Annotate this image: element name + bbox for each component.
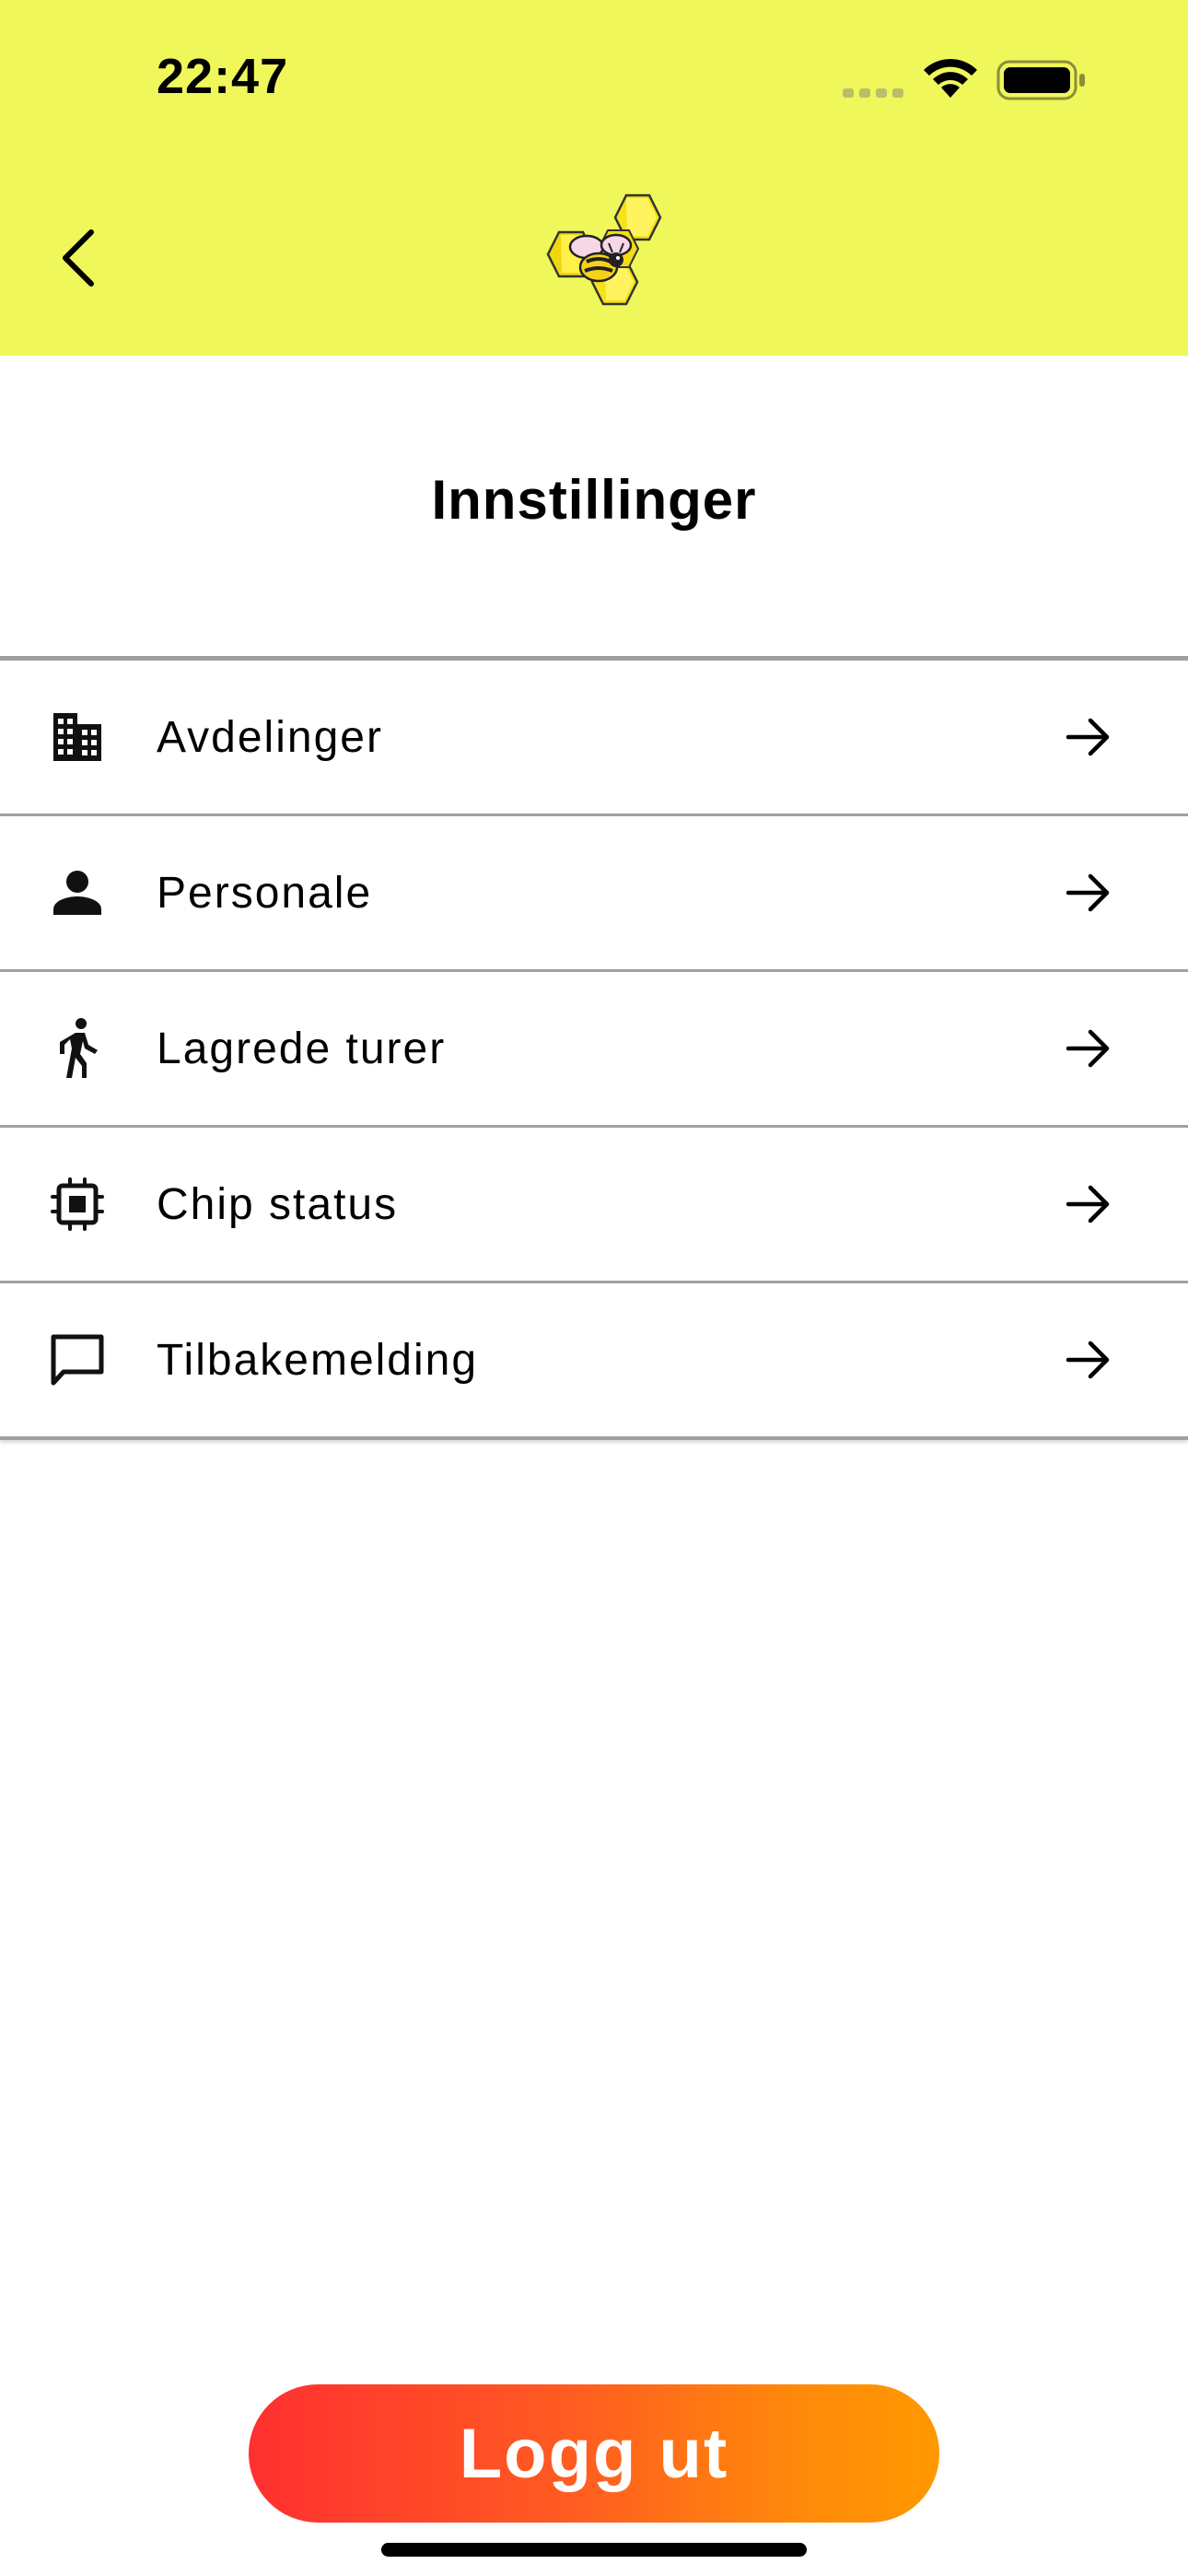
back-button[interactable]	[37, 207, 120, 309]
walking-icon	[46, 1017, 109, 1080]
honeycomb-bee-logo	[546, 193, 662, 306]
person-icon	[46, 861, 109, 924]
status-time: 22:47	[157, 49, 289, 104]
app-header: 22:47	[0, 0, 1188, 356]
menu-item-personale[interactable]: Personale	[0, 816, 1188, 972]
arrow-right-icon	[1066, 873, 1110, 912]
arrow-right-icon	[1066, 1185, 1110, 1224]
arrow-right-icon	[1066, 1029, 1110, 1068]
menu-item-label: Lagrede turer	[157, 1024, 447, 1073]
arrow-right-icon	[1066, 1341, 1110, 1379]
building-icon	[46, 706, 109, 768]
battery-icon	[996, 60, 1085, 100]
menu-item-label: Avdelinger	[157, 712, 383, 762]
cellular-signal-icon	[843, 88, 903, 98]
chevron-left-icon	[63, 229, 94, 287]
menu-item-label: Chip status	[157, 1179, 399, 1229]
arrow-right-icon	[1066, 718, 1110, 756]
menu-item-label: Personale	[157, 868, 373, 918]
home-indicator[interactable]	[381, 2543, 807, 2557]
menu-item-lagrede-turer[interactable]: Lagrede turer	[0, 972, 1188, 1128]
menu-item-chip-status[interactable]: Chip status	[0, 1128, 1188, 1283]
menu-item-tilbakemelding[interactable]: Tilbakemelding	[0, 1283, 1188, 1440]
menu-item-avdelinger[interactable]: Avdelinger	[0, 661, 1188, 816]
message-icon	[46, 1329, 109, 1391]
page-title: Innstillinger	[431, 469, 757, 531]
wifi-icon	[924, 58, 977, 98]
chip-icon	[46, 1173, 109, 1235]
menu-item-label: Tilbakemelding	[157, 1335, 479, 1385]
settings-menu-list: Avdelinger Personale Lagrede turer Chip …	[0, 656, 1188, 1440]
logout-button[interactable]: Logg ut	[249, 2384, 939, 2523]
